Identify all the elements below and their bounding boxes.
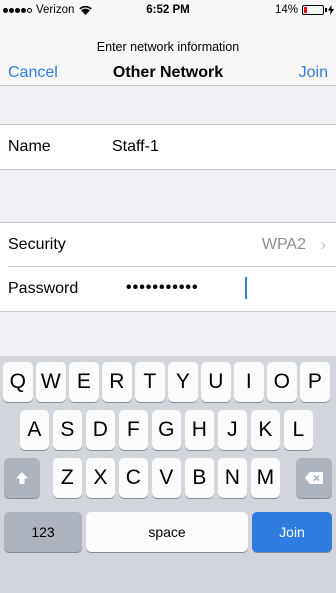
key-u[interactable]: U xyxy=(201,362,231,402)
shift-key[interactable] xyxy=(4,458,40,498)
backspace-icon xyxy=(305,472,323,484)
key-b[interactable]: B xyxy=(184,458,215,498)
keyboard: QWERTYUIOP ASDFGHJKL ZXCVBNM 123 space J… xyxy=(0,356,336,593)
password-field[interactable]: ••••••••••• xyxy=(126,279,199,297)
security-row[interactable]: Security WPA2 › xyxy=(0,223,336,267)
numbers-key[interactable]: 123 xyxy=(4,512,82,552)
key-v[interactable]: V xyxy=(151,458,182,498)
space-key[interactable]: space xyxy=(86,512,248,552)
security-group: Security WPA2 › Password ••••••••••• xyxy=(0,222,336,312)
key-c[interactable]: C xyxy=(118,458,149,498)
backspace-key[interactable] xyxy=(296,458,332,498)
key-h[interactable]: H xyxy=(184,410,215,450)
key-s[interactable]: S xyxy=(52,410,83,450)
name-label: Name xyxy=(8,138,51,155)
name-group: Name Staff-1 xyxy=(0,124,336,170)
key-r[interactable]: R xyxy=(102,362,132,402)
name-field[interactable]: Staff-1 xyxy=(112,138,159,156)
chevron-right-icon: › xyxy=(320,235,326,254)
key-a[interactable]: A xyxy=(19,410,50,450)
charging-bolt-icon xyxy=(328,5,334,15)
keyboard-join-key[interactable]: Join xyxy=(252,512,332,552)
key-f[interactable]: F xyxy=(118,410,149,450)
key-y[interactable]: Y xyxy=(168,362,198,402)
key-o[interactable]: O xyxy=(267,362,297,402)
key-g[interactable]: G xyxy=(151,410,182,450)
status-bar: Verizon 6:52 PM 14% xyxy=(0,0,336,22)
join-button[interactable]: Join xyxy=(299,64,328,82)
text-cursor xyxy=(245,277,247,299)
key-l[interactable]: L xyxy=(283,410,314,450)
battery-icon xyxy=(302,5,324,15)
key-m[interactable]: M xyxy=(250,458,281,498)
key-p[interactable]: P xyxy=(300,362,330,402)
shift-arrow-icon xyxy=(16,472,28,484)
key-x[interactable]: X xyxy=(85,458,116,498)
password-row[interactable]: Password ••••••••••• xyxy=(0,267,336,311)
battery-indicator: 14% xyxy=(275,4,334,16)
security-label: Security xyxy=(8,236,66,253)
battery-tip xyxy=(325,8,327,12)
battery-percent: 14% xyxy=(274,4,298,16)
name-row[interactable]: Name Staff-1 xyxy=(0,125,336,169)
key-t[interactable]: T xyxy=(135,362,165,402)
key-k[interactable]: K xyxy=(250,410,281,450)
key-e[interactable]: E xyxy=(69,362,99,402)
battery-level-fill xyxy=(304,7,307,13)
key-i[interactable]: I xyxy=(234,362,264,402)
key-z[interactable]: Z xyxy=(52,458,83,498)
key-d[interactable]: D xyxy=(85,410,116,450)
key-w[interactable]: W xyxy=(36,362,66,402)
password-label: Password xyxy=(8,280,79,297)
nav-prompt-text: Enter network information xyxy=(96,40,240,54)
security-value: WPA2 xyxy=(261,236,306,253)
page-title: Other Network xyxy=(112,64,224,81)
key-q[interactable]: Q xyxy=(3,362,33,402)
key-j[interactable]: J xyxy=(217,410,248,450)
key-n[interactable]: N xyxy=(217,458,248,498)
